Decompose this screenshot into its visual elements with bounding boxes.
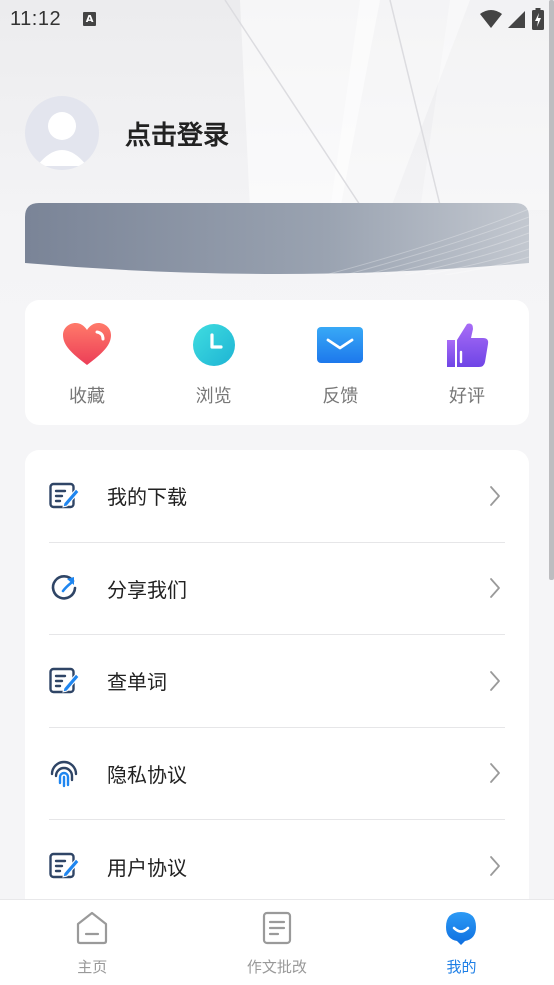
menu-item-label: 用户协议 [107,855,187,880]
battery-icon [532,8,544,30]
chevron-right-icon [485,484,505,508]
menu-item-label: 我的下载 [107,485,187,510]
clock-icon [189,320,239,370]
nav-tab-home[interactable]: 主页 [0,900,185,985]
nav-label: 主页 [77,958,108,976]
default-avatar-icon[interactable] [25,96,99,170]
quick-action-favorites[interactable]: 收藏 [36,300,138,425]
edit-doc-icon [49,476,89,516]
login-area[interactable]: 点击登录 [25,96,229,170]
scrollbar[interactable] [549,0,554,580]
heart-icon [62,320,112,370]
login-button[interactable]: 点击登录 [125,115,229,152]
menu-item-label: 分享我们 [107,577,187,602]
chevron-right-icon [485,761,505,785]
quick-action-label: 收藏 [69,386,105,407]
home-icon [72,908,112,948]
quick-action-label: 反馈 [322,386,359,407]
mail-icon [315,320,365,370]
menu-list: 我的下载 分享我们 查单词 隐私协议 用户协议 [25,450,529,910]
nav-label: 我的 [446,958,477,976]
profile-face-icon [441,908,481,948]
chevron-right-icon [485,576,505,600]
status-icons [480,8,544,30]
chevron-right-icon [485,669,505,693]
nav-tab-mine[interactable]: 我的 [369,900,554,985]
vip-banner[interactable] [25,203,529,275]
menu-item-dictionary[interactable]: 查单词 [49,635,505,728]
edit-doc-icon [49,846,89,886]
wifi-icon [480,10,502,28]
quick-action-history[interactable]: 浏览 [163,300,265,425]
menu-item-share[interactable]: 分享我们 [49,543,505,635]
quick-action-label: 浏览 [195,386,232,407]
bottom-nav: 主页 作文批改 我的 [0,899,554,985]
nav-label: 作文批改 [246,958,307,976]
menu-item-label: 隐私协议 [107,762,187,787]
notification-a-icon: A [83,12,97,26]
quick-action-rate[interactable]: 好评 [416,300,518,425]
menu-item-user-agreement[interactable]: 用户协议 [49,820,505,910]
fingerprint-icon [49,753,89,793]
thumbs-up-icon [442,320,492,370]
quick-action-feedback[interactable]: 反馈 [289,300,391,425]
edit-doc-icon [49,661,89,701]
status-bar: 11:12 A [0,0,554,38]
chevron-right-icon [485,854,505,878]
quick-actions-card: 收藏 浏览 反馈 好评 [25,300,529,425]
menu-item-privacy[interactable]: 隐私协议 [49,728,505,820]
status-time: 11:12 [10,7,62,30]
nav-tab-essay-correction[interactable]: 作文批改 [185,900,370,985]
menu-item-downloads[interactable]: 我的下载 [49,450,505,543]
refresh-icon [49,568,89,608]
signal-icon [508,11,525,28]
menu-item-label: 查单词 [107,670,167,695]
quick-action-label: 好评 [448,386,485,407]
document-icon [257,908,297,948]
